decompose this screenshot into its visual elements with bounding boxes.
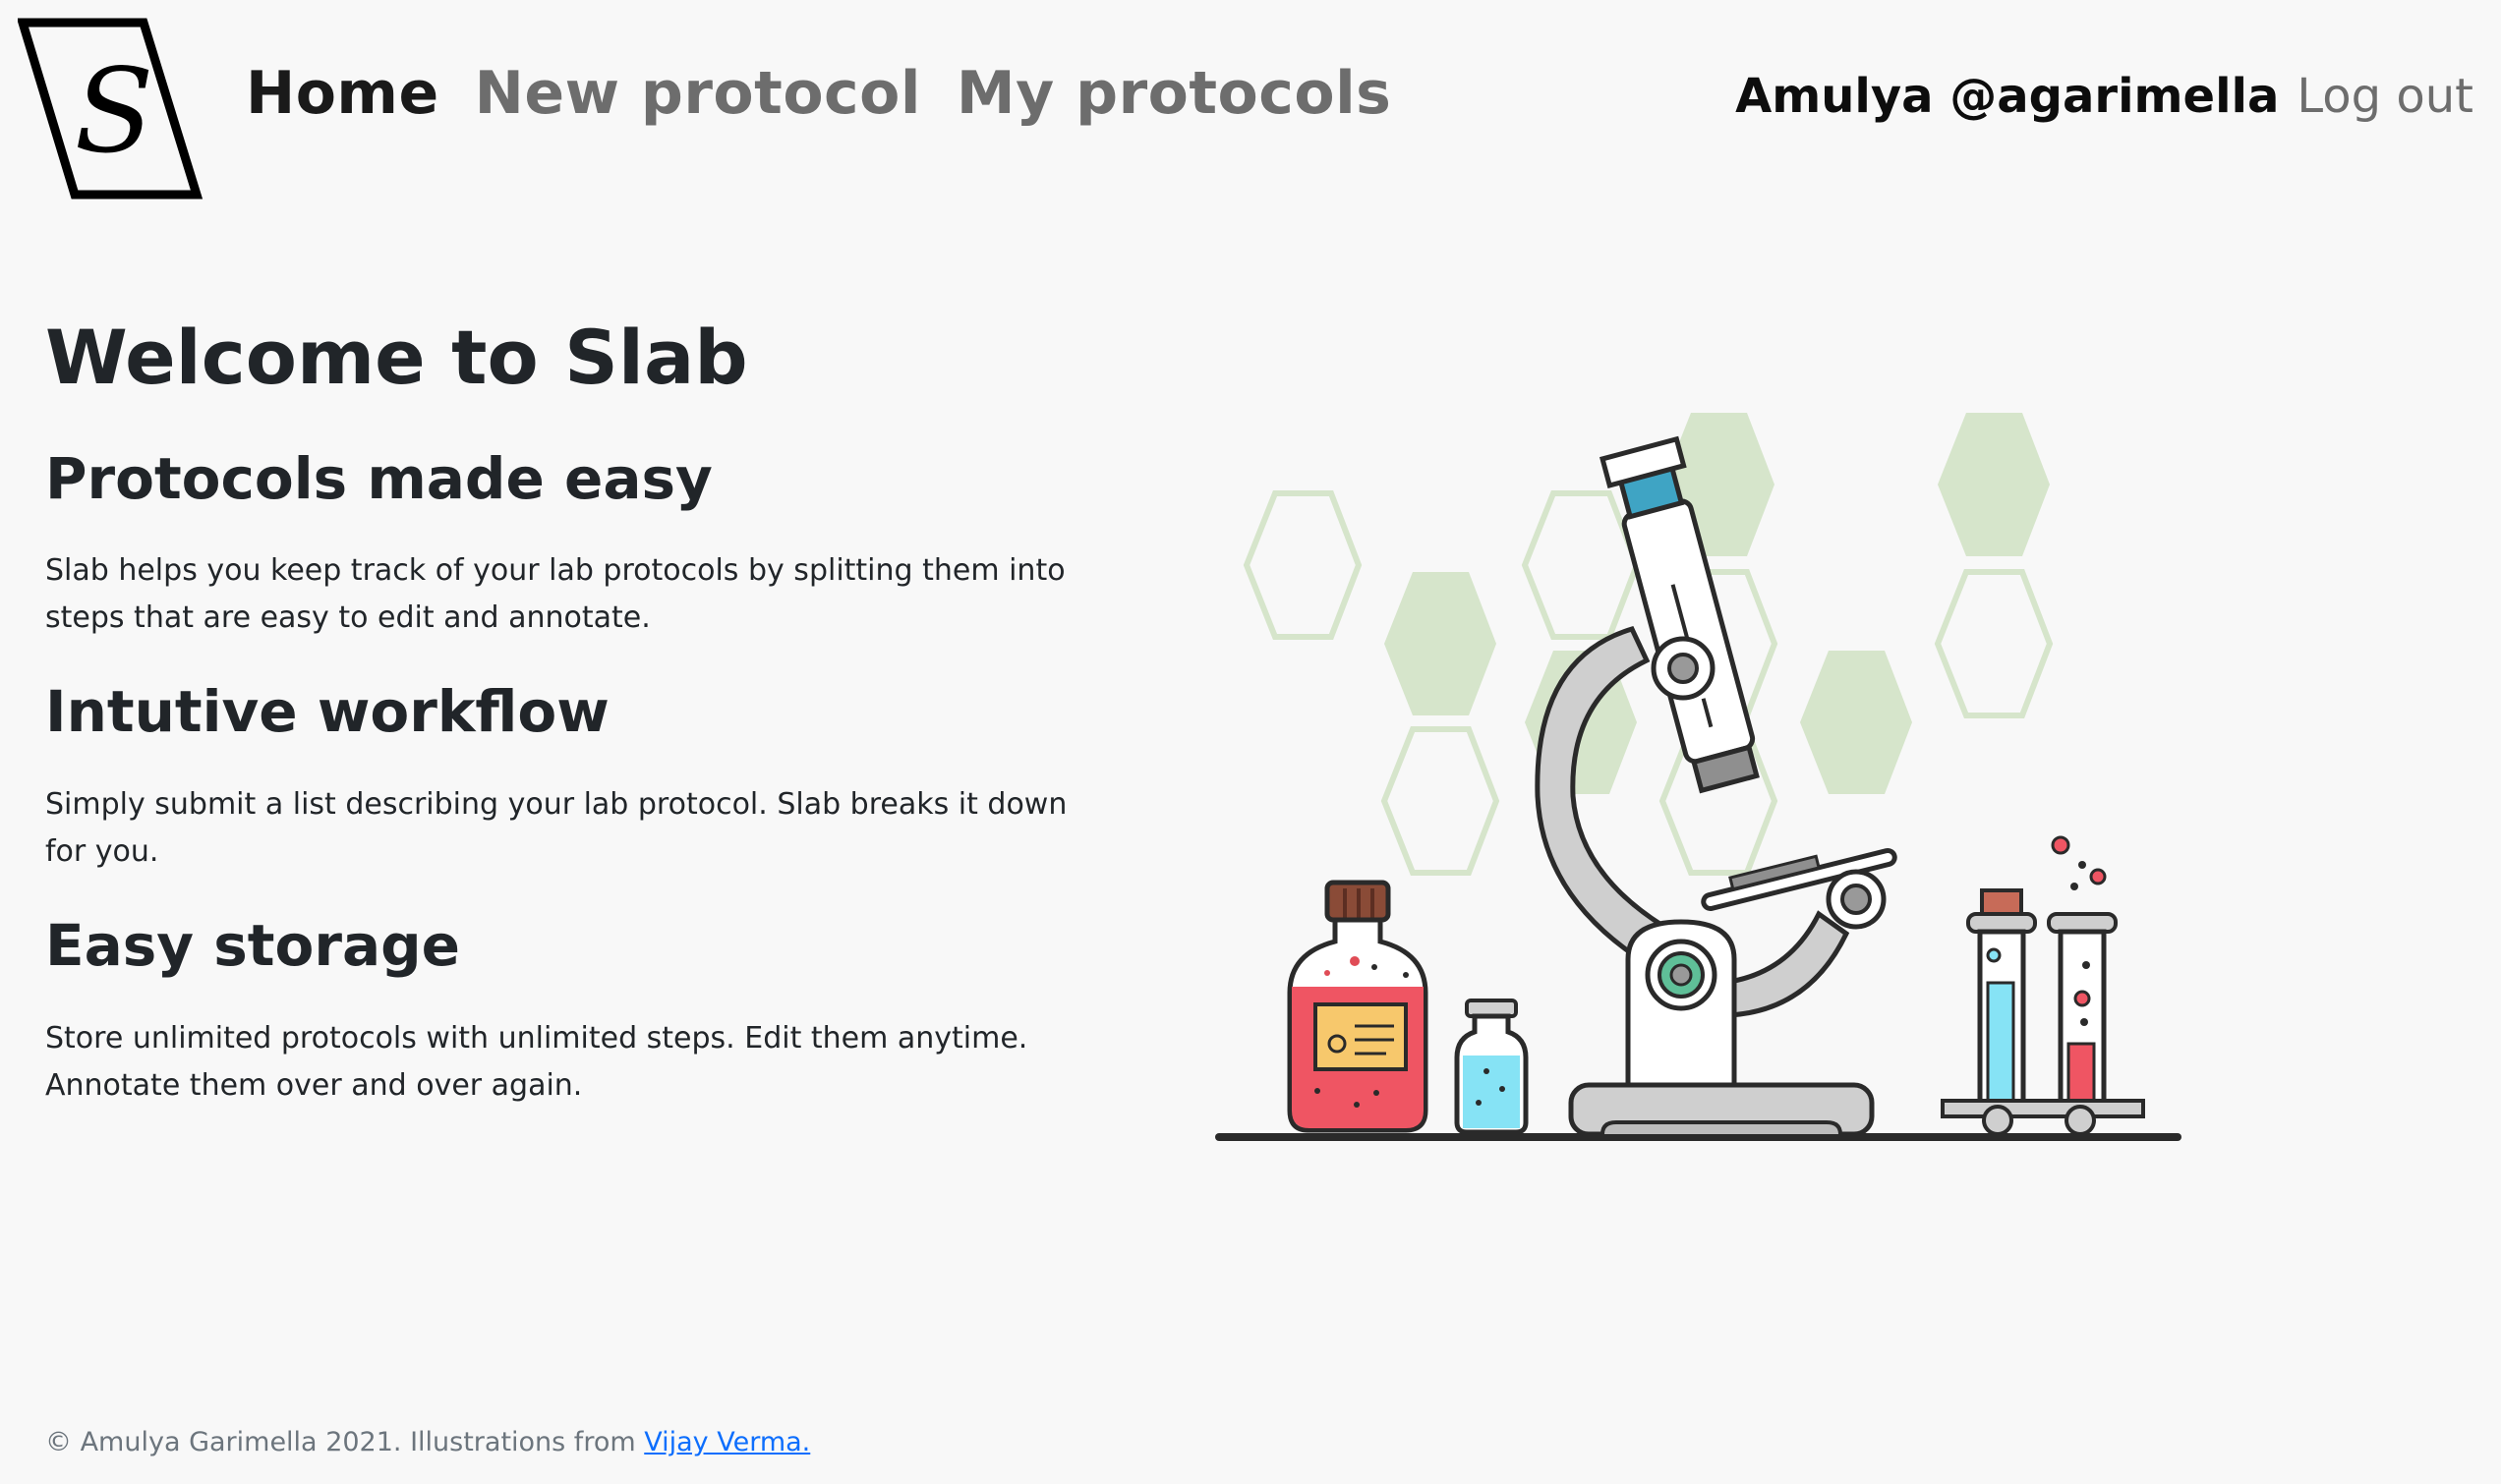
feature-text: Slab helps you keep track of your lab pr… [45,553,1066,636]
site-footer: © Amulya Garimella 2021. Illustrations f… [45,1427,810,1457]
logout-link[interactable]: Log out [2297,69,2473,124]
feature-section: Easy storage Store unlimited protocols w… [45,912,1068,1110]
feature-heading: Protocols made easy [45,444,713,512]
footer-credit-link[interactable]: Vijay Verma. [644,1427,810,1457]
page-title: Welcome to Slab [45,314,748,401]
main-nav: Home New protocol My protocols [246,59,1426,128]
lab-microscope-illustration [1209,403,2182,1150]
feature-heading: Intutive workflow [45,678,610,746]
blue-bottle-icon [1454,999,1529,1135]
main-content: Welcome to Slab Protocols made easy Slab… [45,316,1068,1149]
slab-logo-icon[interactable]: S [16,18,204,200]
test-tubes-icon [1941,835,2145,1136]
user-area: Amulya @agarimella Log out [1735,69,2473,124]
nav-my-protocols[interactable]: My protocols [957,59,1391,128]
nav-new-protocol[interactable]: New protocol [475,59,921,128]
user-name: Amulya @agarimella [1735,69,2280,124]
red-bottle-icon [1287,880,1428,1133]
feature-heading: Easy storage [45,912,460,980]
feature-text: Simply submit a list describing your lab… [45,787,1068,870]
logo-letter: S [75,43,154,179]
feature-section: Protocols made easy Slab helps you keep … [45,444,1068,643]
footer-text: © Amulya Garimella 2021. Illustrations f… [45,1427,645,1457]
nav-home[interactable]: Home [246,59,439,128]
feature-text: Store unlimited protocols with unlimited… [45,1020,1028,1103]
feature-section: Intutive workflow Simply submit a list d… [45,681,1068,876]
